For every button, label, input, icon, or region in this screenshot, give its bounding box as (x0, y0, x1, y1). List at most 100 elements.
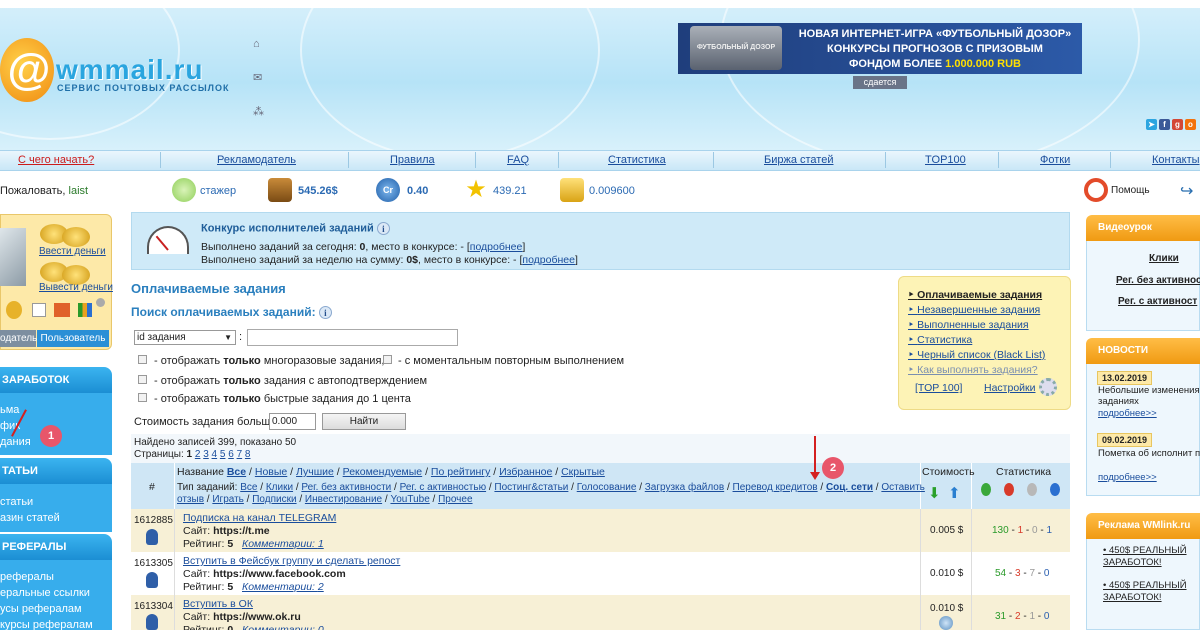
gear-icon[interactable] (1039, 378, 1057, 396)
nav-photos[interactable]: Фотки (1040, 154, 1070, 166)
type-filter-review-cont[interactable]: отзыв (177, 494, 204, 505)
sidebar-item-ref-bonuses[interactable]: усы рефералам (0, 603, 82, 615)
find-button[interactable]: Найти (322, 413, 406, 430)
menu-blacklist[interactable]: ‣ Черный список (Black List) (908, 349, 1045, 361)
username[interactable]: laist (69, 185, 89, 197)
edit-icon[interactable] (32, 303, 46, 317)
tab-advertiser[interactable]: одатель (0, 330, 37, 347)
task-title[interactable]: Вступить в Фейсбук группу и сделать репо… (183, 555, 400, 567)
type-filter-reg-no-activity[interactable]: Рег. без активности (301, 482, 391, 493)
type-filter-clicks[interactable]: Клики (266, 482, 293, 493)
type-filter-posting[interactable]: Постинг&статьи (494, 482, 568, 493)
comments-link[interactable]: Комментарии: 0 (242, 624, 324, 630)
menu-paid-tasks[interactable]: ‣ Оплачиваемые задания (908, 289, 1042, 301)
facebook-icon[interactable]: f (1159, 119, 1170, 130)
googleplus-icon[interactable]: g (1172, 119, 1183, 130)
info-icon[interactable]: i (318, 306, 332, 320)
nav-article-exchange[interactable]: Биржа статей (764, 154, 833, 166)
type-filter-all[interactable]: Все (240, 482, 257, 493)
checkbox-autoconfirm[interactable] (138, 375, 147, 384)
menu-unfinished[interactable]: ‣ Незавершенные задания (908, 304, 1040, 316)
sidebar-item-tasks[interactable]: дания (0, 436, 31, 448)
contest-week-details-link[interactable]: подробнее (522, 254, 575, 266)
name-filter-hidden[interactable]: Скрытые (561, 466, 605, 478)
pin-green-icon[interactable] (981, 483, 991, 496)
lifebuoy-icon[interactable] (1084, 178, 1108, 202)
nav-top100[interactable]: TOP100 (925, 154, 966, 166)
type-filter-play[interactable]: Играть (212, 494, 244, 505)
logo-text[interactable]: wmmail.ru (56, 54, 203, 86)
deposit-link-text[interactable]: Ввести деньги (39, 246, 106, 257)
money-bag-icon[interactable] (6, 301, 22, 319)
type-filter-voting[interactable]: Голосование (577, 482, 637, 493)
stats-icon[interactable] (78, 303, 92, 317)
page-link[interactable]: 5 (220, 449, 226, 460)
pin-red-icon[interactable] (1004, 483, 1014, 496)
sidebar-item-ref-links[interactable]: еральные ссылки (0, 587, 90, 599)
menu-stats[interactable]: ‣ Статистика (908, 334, 972, 346)
type-filter-subscriptions[interactable]: Подписки (252, 494, 296, 505)
sidebar-item-ref-contests[interactable]: курсы рефералам (0, 619, 93, 630)
nav-statistics[interactable]: Статистика (608, 154, 666, 166)
type-filter-reg-activity[interactable]: Рег. с активностью (400, 482, 486, 493)
comments-link[interactable]: Комментарии: 1 (242, 538, 324, 550)
name-filter-new[interactable]: Новые (255, 466, 287, 478)
type-filter-review[interactable]: Оставить (881, 482, 925, 493)
checkbox-instant-repeat[interactable] (383, 355, 392, 364)
name-filter-rating[interactable]: По рейтингу (431, 466, 490, 478)
news-more-link[interactable]: подробнее>> (1098, 408, 1157, 419)
checkbox-multi[interactable] (138, 355, 147, 364)
ad-link[interactable]: • 450$ РЕАЛЬНЫЙ ЗАРАБОТОК! (1103, 580, 1198, 604)
task-title[interactable]: Вступить в ОК (183, 598, 253, 610)
checkbox-fast[interactable] (138, 393, 147, 402)
name-filter-all[interactable]: Все (227, 466, 246, 478)
avatar[interactable] (0, 228, 26, 286)
section-referrals[interactable]: РЕФЕРАЛЫ (0, 534, 112, 560)
ad-link[interactable]: • 450$ РЕАЛЬНЫЙ ЗАРАБОТОК! (1103, 545, 1198, 569)
menu-howto[interactable]: ‣ Как выполнять задания? (908, 364, 1038, 376)
video-link-clicks[interactable]: Клики (1149, 253, 1179, 264)
nav-getting-started[interactable]: С чего начать? (18, 154, 94, 166)
page-link[interactable]: 4 (212, 449, 218, 460)
page-link[interactable]: 7 (237, 449, 243, 460)
video-link-reg-activity[interactable]: Рег. с активност (1118, 296, 1197, 307)
chest-icon[interactable] (54, 303, 70, 317)
ok-icon[interactable]: o (1185, 119, 1196, 130)
type-filter-social[interactable]: Соц. сети (826, 482, 873, 493)
nav-faq[interactable]: FAQ (507, 154, 529, 166)
sidebar-item-referrals[interactable]: рефералы (0, 571, 54, 583)
name-filter-favorites[interactable]: Избранное (499, 466, 552, 478)
mail-icon[interactable]: ✉ (253, 72, 265, 84)
contest-details-link[interactable]: подробнее (470, 241, 523, 253)
section-articles[interactable]: ТАТЬИ (0, 458, 112, 484)
settings-dot-icon[interactable] (96, 298, 105, 307)
sidebar-item-article-shop[interactable]: азин статей (0, 512, 60, 524)
search-field-select[interactable]: id задания ▼ (134, 330, 236, 345)
news-more-link[interactable]: подробнее>> (1098, 472, 1157, 483)
nav-contacts[interactable]: Контакты (1152, 154, 1200, 166)
info-icon[interactable]: i (376, 222, 390, 235)
type-filter-upload[interactable]: Загрузка файлов (645, 482, 724, 493)
nav-advertiser[interactable]: Рекламодатель (217, 154, 296, 166)
telegram-icon[interactable]: ➤ (1146, 119, 1157, 130)
help-link[interactable]: Помощь (1111, 185, 1150, 196)
page-link[interactable]: 2 (195, 449, 201, 460)
page-link[interactable]: 8 (245, 449, 251, 460)
pin-gray-icon[interactable] (1027, 483, 1037, 496)
menu-done[interactable]: ‣ Выполненные задания (908, 319, 1029, 331)
home-icon[interactable]: ⌂ (253, 38, 265, 50)
type-filter-credits[interactable]: Перевод кредитов (733, 482, 818, 493)
top100-link[interactable]: [TOP 100] (915, 382, 962, 394)
type-filter-other[interactable]: Прочее (438, 494, 472, 505)
type-filter-investing[interactable]: Инвестирование (305, 494, 382, 505)
sort-down-icon[interactable]: ⬇ (928, 484, 942, 502)
search-input[interactable] (247, 329, 458, 346)
sidebar-item-mail[interactable]: ьма (0, 404, 19, 416)
section-earnings[interactable]: ЗАРАБОТОК (0, 367, 112, 393)
sort-up-icon[interactable]: ⬆ (948, 484, 962, 502)
settings-link[interactable]: Настройки (984, 382, 1036, 394)
page-link[interactable]: 6 (228, 449, 234, 460)
type-filter-youtube[interactable]: YouTube (390, 494, 429, 505)
comments-link[interactable]: Комментарии: 2 (242, 581, 324, 593)
share-icon[interactable]: ↪ (1180, 181, 1200, 200)
